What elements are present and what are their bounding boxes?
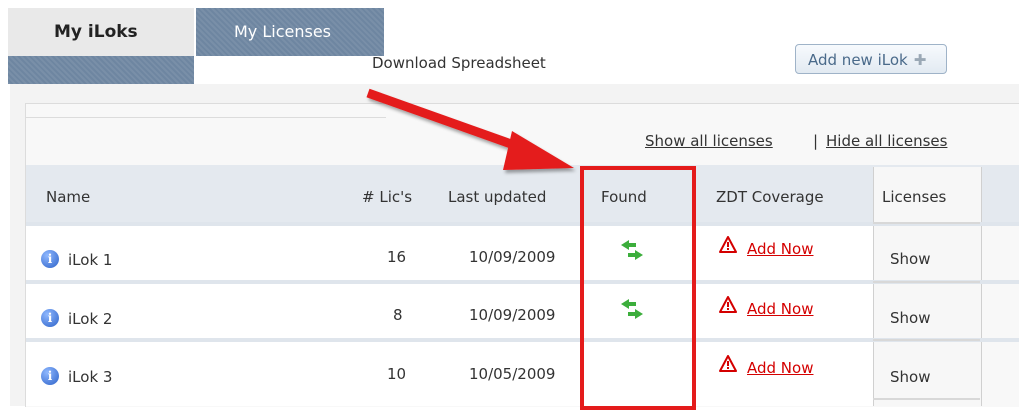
header-name[interactable]: Name <box>46 188 90 206</box>
found-column-highlight <box>580 166 696 410</box>
tab-my-licenses[interactable]: My Licenses <box>196 8 384 56</box>
last-updated: 10/09/2009 <box>469 306 556 324</box>
table-row[interactable] <box>26 342 873 406</box>
last-updated: 10/09/2009 <box>469 248 556 266</box>
licenses-cell-divider <box>873 222 980 224</box>
info-icon[interactable]: i <box>41 309 59 327</box>
header-last-updated[interactable]: Last updated <box>448 188 546 206</box>
add-now-link[interactable]: Add Now <box>747 300 813 318</box>
add-now-link[interactable]: Add Now <box>747 240 813 258</box>
panel-divider <box>26 117 386 118</box>
warning-icon <box>719 355 737 372</box>
lic-count: 8 <box>393 306 403 324</box>
show-licenses-button[interactable]: Show <box>890 309 930 327</box>
warning-icon <box>719 296 737 313</box>
ilok-name: iLok 1 <box>68 251 113 269</box>
last-updated: 10/05/2009 <box>469 365 556 383</box>
add-now-link[interactable]: Add Now <box>747 359 813 377</box>
show-all-licenses-link[interactable]: Show all licenses <box>645 132 773 150</box>
tab-underline-bar <box>8 56 194 84</box>
add-new-ilok-label: Add new iLok <box>808 51 908 69</box>
hide-all-licenses-link[interactable]: Hide all licenses <box>826 132 947 150</box>
download-spreadsheet-link[interactable]: Download Spreadsheet <box>372 54 546 72</box>
ilok-name: iLok 2 <box>68 310 113 328</box>
licenses-cell-divider <box>873 339 980 341</box>
filter-separator: | <box>813 132 819 150</box>
show-licenses-button[interactable]: Show <box>890 368 930 386</box>
lic-count: 10 <box>387 365 407 383</box>
table-row[interactable] <box>26 226 873 280</box>
table-row[interactable] <box>26 284 873 338</box>
licenses-cell-divider <box>873 398 980 400</box>
header-licenses[interactable]: Licenses <box>882 188 946 206</box>
show-licenses-button[interactable]: Show <box>890 250 930 268</box>
info-icon[interactable]: i <box>41 250 59 268</box>
ilok-name: iLok 3 <box>68 368 113 386</box>
lic-count: 16 <box>387 248 407 266</box>
tab-my-iloks-label: My iLoks <box>54 22 138 42</box>
info-icon[interactable]: i <box>41 367 59 385</box>
warning-icon <box>719 236 737 253</box>
add-new-ilok-button[interactable]: Add new iLok ✚ <box>795 44 947 74</box>
plus-icon: ✚ <box>913 51 927 69</box>
tab-my-iloks[interactable]: My iLoks <box>8 8 194 56</box>
header-zdt-coverage[interactable]: ZDT Coverage <box>716 188 824 206</box>
header-lics[interactable]: # Lic's <box>362 188 412 206</box>
tab-my-licenses-label: My Licenses <box>234 22 332 41</box>
licenses-cell-divider <box>873 281 980 283</box>
